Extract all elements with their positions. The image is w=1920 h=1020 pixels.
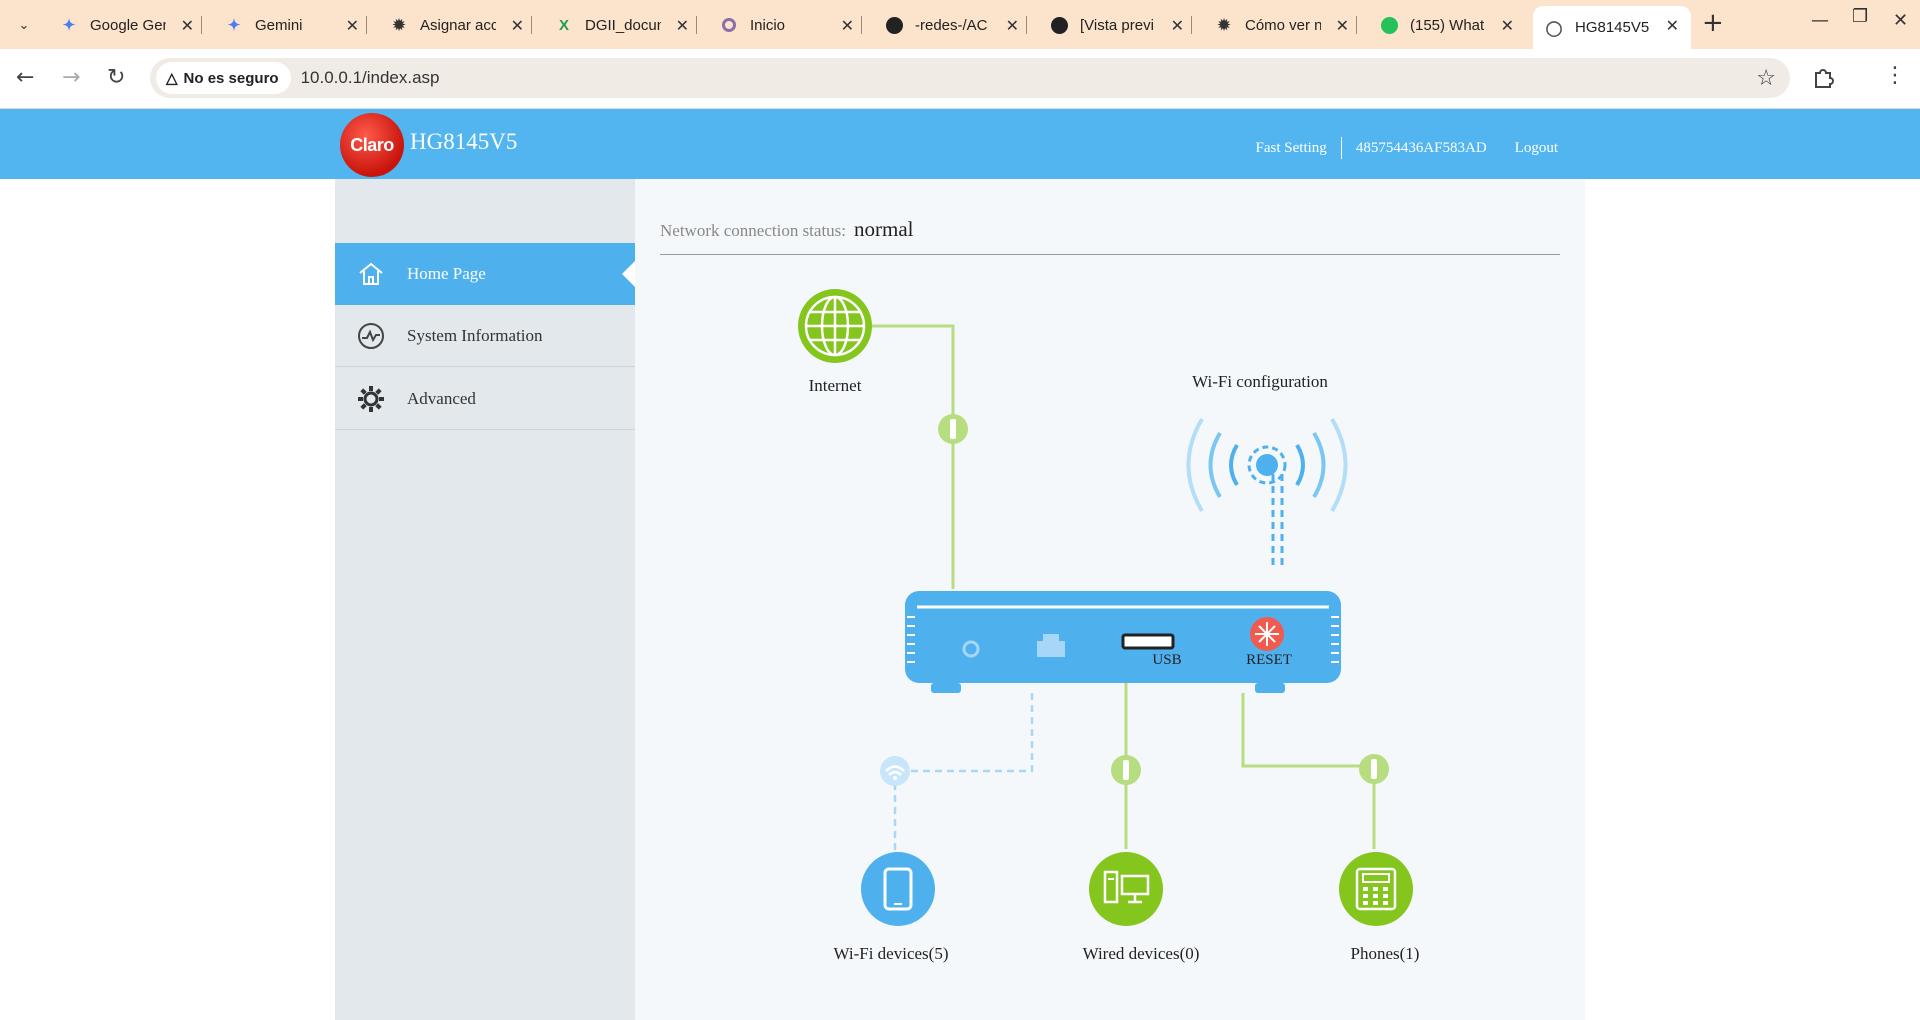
tab-separator [1356, 16, 1357, 34]
close-icon[interactable]: ✕ [1336, 16, 1349, 36]
wifi-devices-tablet-icon [861, 852, 935, 926]
wired-connector-icon [1111, 755, 1141, 785]
address-bar[interactable]: △ No es seguro 10.0.0.1/index.asp ☆ [150, 58, 1790, 98]
internet-label[interactable]: Internet [809, 376, 862, 396]
reload-icon[interactable]: ↻ [107, 65, 125, 90]
tab-separator [1026, 16, 1027, 34]
whatsapp-icon [1380, 16, 1398, 34]
tab-separator [531, 16, 532, 34]
sidebar-item-home-page[interactable]: Home Page [335, 243, 635, 305]
new-tab-plus-icon[interactable]: + [1702, 8, 1724, 38]
wired-devices-label[interactable]: Wired devices(0) [1083, 944, 1200, 964]
phones-telephone-icon [1339, 852, 1413, 926]
forward-arrow-icon[interactable]: → [62, 65, 80, 90]
browser-tab[interactable]: -redes-/AC ✕ [885, 6, 1027, 44]
sidebar-item-advanced[interactable]: Advanced [335, 368, 635, 430]
browser-tab[interactable]: (155) What ✕ [1380, 6, 1520, 44]
tab-separator [201, 16, 202, 34]
globe-icon: ◯ [1545, 19, 1563, 37]
close-icon[interactable]: ✕ [181, 16, 194, 36]
sidebar-item-label: Advanced [407, 388, 476, 408]
router-header: Claro HG8145V5 Fast Setting 485754436AF5… [0, 109, 1920, 179]
tab-separator [861, 16, 862, 34]
sidebar-item-label: System Information [407, 325, 543, 345]
activity-icon [335, 322, 407, 350]
openai-icon: ✹ [1217, 17, 1231, 34]
bookmark-star-icon[interactable]: ☆ [1756, 66, 1776, 91]
gear-icon [335, 385, 407, 413]
circle-icon [720, 16, 738, 34]
sidebar: Home Page System Information Advanced [335, 179, 635, 1020]
restore-icon[interactable]: ❐ [1852, 6, 1868, 27]
browser-tab[interactable]: ✦ Gemini ✕ [225, 6, 367, 44]
network-diagram [798, 289, 1413, 926]
wifi-antenna-icon [1186, 417, 1348, 565]
reset-button-icon [1250, 617, 1284, 651]
sidebar-item-label: Home Page [407, 264, 486, 283]
phones-link-line [1241, 693, 1376, 849]
reset-label: RESET [1246, 652, 1292, 668]
wifi-configuration-label[interactable]: Wi-Fi configuration [1192, 372, 1328, 392]
extensions-puzzle-icon[interactable] [1812, 67, 1834, 93]
claro-logo: Claro [340, 113, 404, 177]
header-links: Fast Setting 485754436AF583AD Logout [1242, 137, 1572, 159]
close-icon[interactable]: ✕ [1006, 16, 1019, 36]
browser-tab-bar: ⌄ ✦ Google Gem ✕ ✦ Gemini ✕ ✹ Asignar ac… [0, 0, 1920, 49]
gemini-icon: ✦ [62, 17, 76, 34]
window-close-icon[interactable]: ✕ [1893, 10, 1908, 31]
browser-tab[interactable]: ✦ Google Gem ✕ [60, 6, 202, 44]
home-icon [335, 260, 407, 288]
tab-separator [366, 16, 367, 34]
serial-number-link[interactable]: 485754436AF583AD [1342, 140, 1501, 157]
phone-connector-icon [1359, 754, 1389, 784]
tab-separator [696, 16, 697, 34]
url-text[interactable]: 10.0.0.1/index.asp [301, 68, 440, 88]
fast-setting-link[interactable]: Fast Setting [1242, 140, 1341, 157]
browser-tab[interactable]: ✹ Cómo ver n ✕ [1215, 6, 1357, 44]
security-chip[interactable]: △ No es seguro [156, 62, 291, 94]
wifi-signal-connector-icon [880, 756, 910, 786]
phones-label[interactable]: Phones(1) [1351, 944, 1420, 964]
browser-menu-kebab-icon[interactable]: ⋮ [1884, 63, 1906, 88]
usb-label: USB [1152, 652, 1182, 668]
close-icon[interactable]: ✕ [1501, 16, 1514, 36]
wifi-devices-label[interactable]: Wi-Fi devices(5) [834, 944, 949, 964]
warning-triangle-icon: △ [166, 70, 178, 87]
browser-tab-active[interactable]: ◯ HG8145V5 ✕ [1533, 6, 1691, 49]
wifi-devices-link-line [893, 693, 1034, 856]
internet-connector-icon [938, 414, 968, 444]
sidebar-item-system-information[interactable]: System Information [335, 305, 635, 367]
close-icon[interactable]: ✕ [841, 16, 854, 36]
close-icon[interactable]: ✕ [1666, 16, 1679, 36]
minimize-icon[interactable]: — [1811, 10, 1829, 31]
close-icon[interactable]: ✕ [1171, 16, 1184, 36]
openai-icon: ✹ [392, 17, 406, 34]
tab-search-chevron-icon[interactable]: ⌄ [10, 12, 38, 38]
browser-tab[interactable]: Inicio ✕ [720, 6, 862, 44]
back-arrow-icon[interactable]: ← [16, 65, 34, 90]
close-icon[interactable]: ✕ [511, 16, 524, 36]
internet-globe-icon [798, 289, 872, 363]
github-icon [885, 16, 903, 34]
browser-tab[interactable]: [Vista previ ✕ [1050, 6, 1192, 44]
router-model-title: HG8145V5 [410, 129, 518, 154]
excel-icon: X [558, 16, 569, 34]
github-icon [1050, 16, 1068, 34]
tab-separator [1191, 16, 1192, 34]
browser-tab[interactable]: X DGII_docum ✕ [555, 6, 697, 44]
browser-tab[interactable]: ✹ Asignar acc ✕ [390, 6, 532, 44]
gemini-icon: ✦ [227, 17, 241, 34]
close-icon[interactable]: ✕ [676, 16, 689, 36]
logout-link[interactable]: Logout [1501, 140, 1572, 157]
wired-devices-computer-icon [1089, 852, 1163, 926]
internet-link-line [835, 324, 955, 589]
browser-toolbar: ← → ↻ △ No es seguro 10.0.0.1/index.asp … [0, 49, 1920, 109]
close-icon[interactable]: ✕ [346, 16, 359, 36]
